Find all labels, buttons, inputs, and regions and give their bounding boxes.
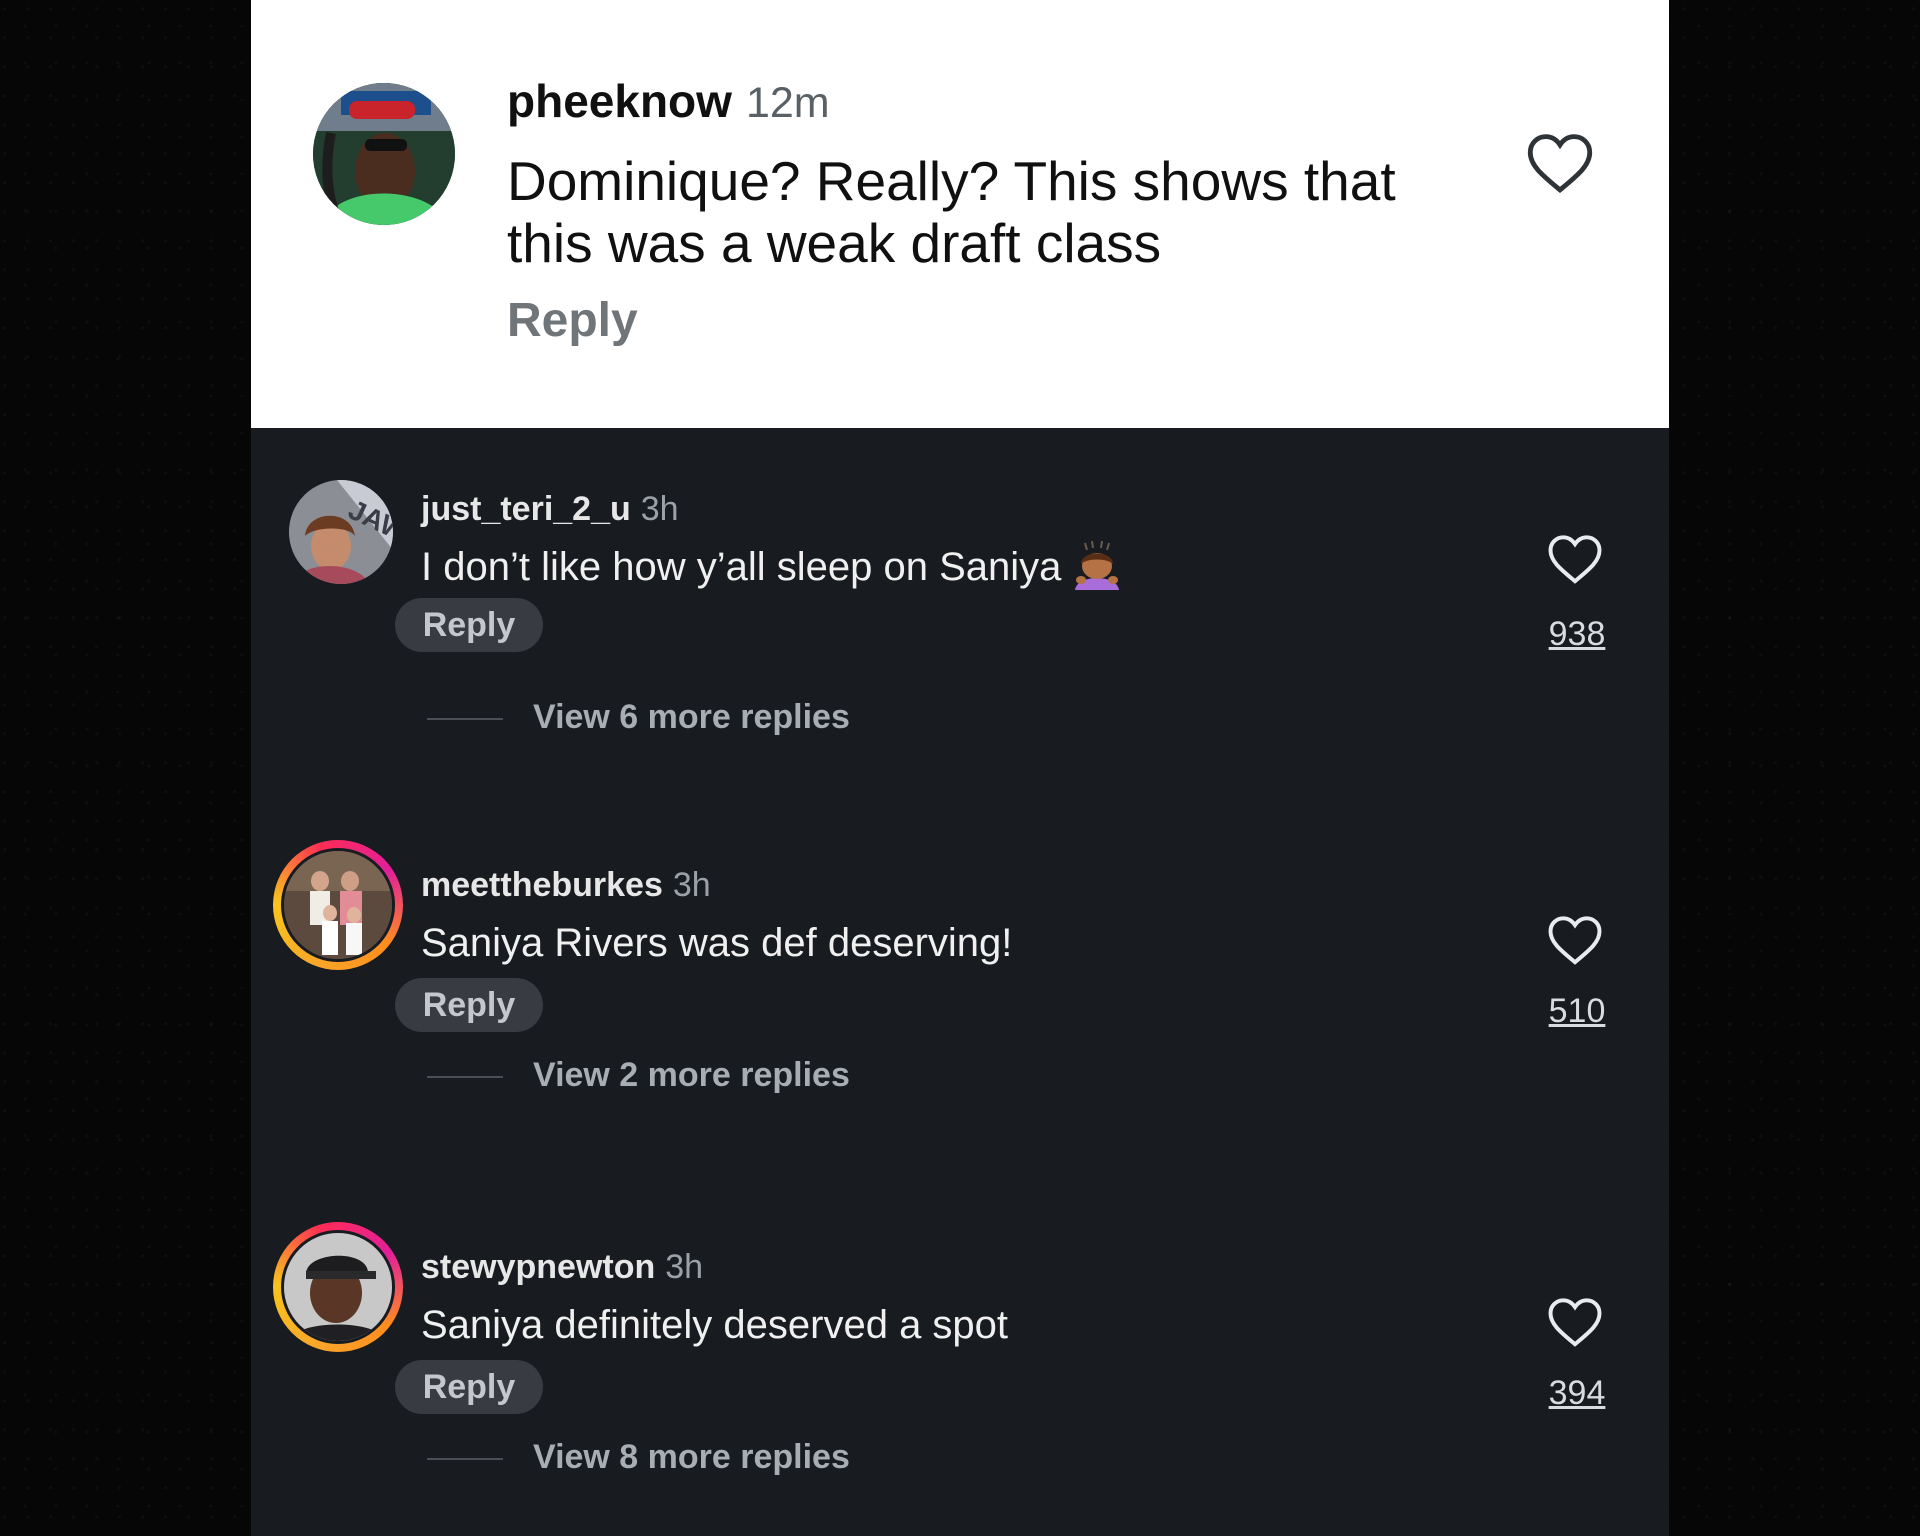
- view-replies-label: View 2 more replies: [533, 1056, 850, 1094]
- comment-header: pheeknow 12m: [507, 70, 830, 134]
- reply-button[interactable]: Reply: [507, 290, 638, 352]
- heart-icon[interactable]: [1547, 1297, 1603, 1347]
- comment-text-content: I don’t like how y’all sleep on Saniya: [421, 545, 1062, 589]
- view-replies-link[interactable]: View 2 more replies: [427, 1054, 850, 1096]
- view-replies-label: View 8 more replies: [533, 1438, 850, 1476]
- comment-item: meettheburkes 3h Saniya Rivers was def de…: [251, 806, 1669, 1146]
- view-replies-link[interactable]: View 6 more replies: [427, 696, 850, 738]
- avatar[interactable]: [281, 1230, 395, 1344]
- username[interactable]: just_teri_2_u: [421, 490, 631, 528]
- username[interactable]: meettheburkes: [421, 866, 663, 904]
- reply-button[interactable]: Reply: [395, 978, 543, 1032]
- comment-text: Dominique? Really? This shows that this …: [507, 150, 1396, 274]
- avatar[interactable]: JAW: [289, 480, 393, 584]
- username[interactable]: stewypnewton: [421, 1248, 655, 1286]
- view-replies-label: View 6 more replies: [533, 698, 850, 736]
- highlighted-comment: pheeknow 12m Dominique? Really? This show…: [251, 0, 1669, 428]
- story-ring[interactable]: [273, 840, 403, 970]
- divider-line: [427, 718, 503, 721]
- timestamp: 3h: [640, 490, 679, 528]
- heart-icon[interactable]: [1547, 915, 1603, 965]
- divider-line: [427, 1458, 503, 1461]
- profile-photo-avatar-icon: [284, 851, 392, 959]
- profile-photo-avatar-icon: JAW: [289, 480, 393, 584]
- heart-icon[interactable]: [1526, 133, 1594, 193]
- comment-text: Saniya definitely deserved a spot: [421, 1303, 1009, 1347]
- comments-panel: pheeknow 12m Dominique? Really? This show…: [251, 0, 1669, 1536]
- comment-item: stewypnewton 3h Saniya definitely deserve…: [251, 1188, 1669, 1528]
- story-ring[interactable]: [273, 1222, 403, 1352]
- profile-photo-avatar-icon: [284, 1233, 392, 1341]
- timestamp: 12m: [745, 79, 830, 127]
- comment-text: Saniya Rivers was def deserving!: [421, 921, 1013, 965]
- comment-item: JAW just_teri_2_u 3h I don’t like how y’a…: [251, 430, 1669, 770]
- like-count[interactable]: 938: [1519, 613, 1635, 655]
- comment-header: stewypnewton 3h: [421, 1246, 703, 1288]
- profile-photo-avatar-icon: [313, 83, 455, 225]
- avatar[interactable]: [313, 83, 455, 225]
- timestamp: 3h: [672, 866, 711, 904]
- username[interactable]: pheeknow: [507, 75, 732, 127]
- woman-bowing-emoji-icon: [1075, 540, 1120, 590]
- comment-header: just_teri_2_u 3h: [421, 488, 679, 530]
- reply-button[interactable]: Reply: [395, 598, 543, 652]
- view-replies-link[interactable]: View 8 more replies: [427, 1436, 850, 1478]
- comment-text: I don’t like how y’all sleep on Saniya: [421, 540, 1123, 594]
- avatar[interactable]: [281, 848, 395, 962]
- heart-icon[interactable]: [1547, 534, 1603, 584]
- like-count[interactable]: 510: [1519, 990, 1635, 1032]
- comment-header: meettheburkes 3h: [421, 864, 711, 906]
- timestamp: 3h: [665, 1248, 704, 1286]
- like-count[interactable]: 394: [1519, 1372, 1635, 1414]
- divider-line: [427, 1076, 503, 1079]
- reply-button[interactable]: Reply: [395, 1360, 543, 1414]
